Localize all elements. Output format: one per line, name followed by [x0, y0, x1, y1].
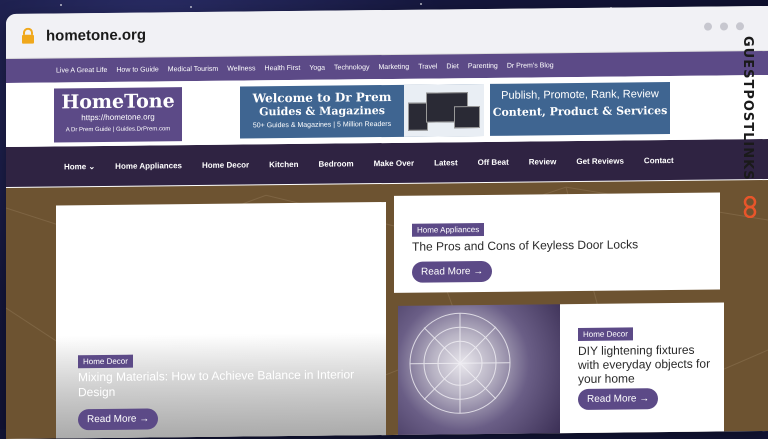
guides-banner-ad[interactable]: Welcome to Dr Prem Guides & Magazines 50… [240, 83, 484, 139]
site-logo[interactable]: HomeTone https://hometone.org A Dr Prem … [54, 87, 182, 143]
nav-item-off-beat[interactable]: Off Beat [478, 157, 509, 166]
category-tag[interactable]: Home Appliances [412, 222, 485, 237]
publish-banner-ad[interactable]: Publish, Promote, Rank, Review Content, … [490, 82, 670, 136]
top-nav-item[interactable]: Parenting [468, 62, 498, 69]
link-icon [743, 196, 757, 218]
featured-posts: Home Decor Mixing Materials: How to Achi… [6, 180, 768, 439]
nav-item-review[interactable]: Review [529, 157, 557, 166]
top-nav-item[interactable]: How to Guide [116, 66, 158, 73]
browser-window: hometone.org Live A Great Life How to Gu… [6, 6, 768, 439]
category-tag[interactable]: Home Decor [78, 354, 133, 369]
top-nav-item[interactable]: Wellness [227, 65, 255, 72]
top-nav-item[interactable]: Technology [334, 64, 369, 71]
read-more-button[interactable]: Read More → [78, 408, 159, 431]
window-dot[interactable] [704, 22, 712, 31]
featured-post-bottom-right[interactable]: Home Decor DIY lightening fixtures with … [560, 302, 724, 435]
post-title[interactable]: DIY lightening fixtures with everyday ob… [578, 343, 718, 386]
logo-tagline: A Dr Prem Guide | Guides.DrPrem.com [65, 126, 171, 134]
lock-icon [22, 27, 34, 44]
top-nav-item[interactable]: Yoga [309, 64, 325, 71]
logo-url: https://hometone.org [81, 112, 155, 123]
featured-post-main[interactable]: Home Decor Mixing Materials: How to Achi… [56, 202, 386, 439]
nav-item-home-decor[interactable]: Home Decor [202, 160, 249, 169]
nav-item-contact[interactable]: Contact [644, 155, 674, 164]
address-bar[interactable]: hometone.org [6, 6, 768, 59]
nav-item-make-over[interactable]: Make Over [374, 158, 414, 167]
top-nav-item[interactable]: Dr Prem's Blog [507, 62, 554, 69]
site-header: HomeTone https://hometone.org A Dr Prem … [6, 75, 768, 147]
window-controls [704, 22, 744, 31]
nav-item-home-appliances[interactable]: Home Appliances [115, 161, 182, 171]
ad-subheadline: Guides & Magazines [259, 104, 385, 119]
nav-item-get-reviews[interactable]: Get Reviews [576, 156, 624, 165]
window-dot[interactable] [720, 22, 728, 31]
guestpostlinks-watermark: GUESTPOSTLINKS [740, 36, 762, 226]
window-dot[interactable] [736, 22, 744, 31]
nav-item-latest[interactable]: Latest [434, 158, 458, 167]
top-nav-item[interactable]: Travel [418, 63, 437, 70]
featured-post-top-right[interactable]: Home Appliances The Pros and Cons of Key… [394, 192, 720, 293]
nav-item-kitchen[interactable]: Kitchen [269, 159, 298, 168]
devices-image [404, 83, 484, 137]
top-nav-item[interactable]: Medical Tourism [168, 65, 218, 73]
watermark-text: GUESTPOSTLINKS [740, 36, 755, 181]
url-text: hometone.org [46, 26, 146, 45]
top-nav-item[interactable]: Diet [446, 63, 458, 70]
nav-item-label: Home [64, 161, 87, 171]
nav-item-bedroom[interactable]: Bedroom [318, 159, 353, 168]
ad-headline: Publish, Promote, Rank, Review [501, 88, 659, 102]
top-nav-item[interactable]: Marketing [378, 63, 409, 70]
read-more-button[interactable]: Read More → [578, 388, 659, 410]
main-nav: Home ⌄ Home Appliances Home Decor Kitche… [6, 139, 768, 187]
chevron-down-icon: ⌄ [88, 161, 96, 171]
read-more-button[interactable]: Read More → [412, 260, 493, 283]
top-nav-item[interactable]: Health First [265, 64, 301, 71]
post-title[interactable]: The Pros and Cons of Keyless Door Locks [412, 237, 638, 253]
post-thumbnail[interactable] [398, 304, 560, 436]
chandelier-image [409, 312, 511, 414]
category-tag[interactable]: Home Decor [578, 327, 633, 341]
post-title[interactable]: Mixing Materials: How to Achieve Balance… [78, 367, 368, 400]
nav-item-home[interactable]: Home ⌄ [64, 162, 95, 171]
logo-title: HomeTone [61, 90, 175, 114]
top-nav-item[interactable]: Live A Great Life [56, 66, 107, 74]
ad-subheadline: Content, Product & Services [492, 104, 668, 119]
ad-caption: 50+ Guides & Magazines | 5 Million Reade… [252, 120, 392, 130]
